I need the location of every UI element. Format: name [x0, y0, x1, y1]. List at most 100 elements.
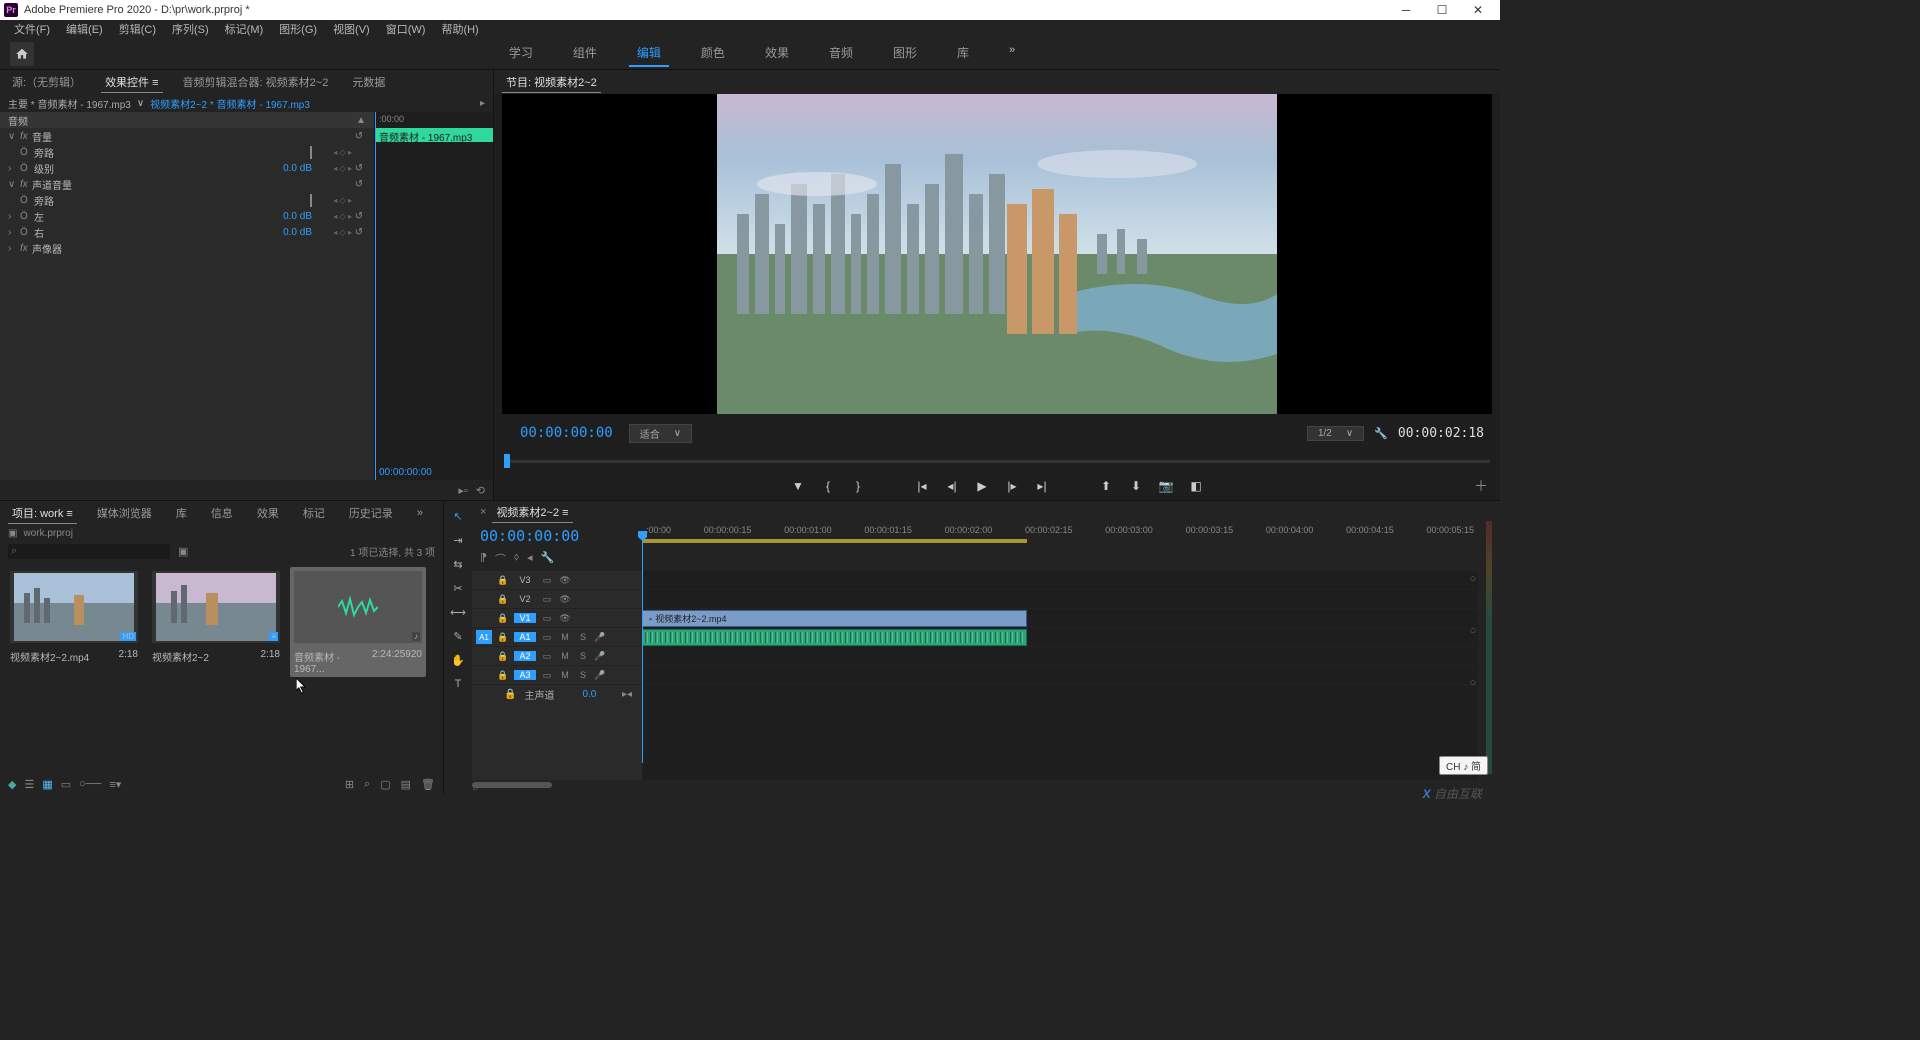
program-timecode[interactable]: 00:00:00:00	[510, 425, 623, 441]
track-a3[interactable]: A3	[514, 670, 536, 680]
workspace-tab-libraries[interactable]: 库	[949, 40, 977, 67]
keyframe-nav[interactable]: ◂ ◇ ▸	[312, 228, 352, 237]
menu-edit[interactable]: 编辑(E)	[58, 21, 111, 37]
lift-icon[interactable]: ⬆	[1098, 478, 1114, 494]
lock-icon[interactable]: 🔒	[496, 613, 510, 624]
program-scrubber[interactable]	[504, 452, 1490, 472]
track-select-tool-icon[interactable]: ⇥	[449, 531, 467, 549]
bin-item-audio[interactable]: ♪ 音频素材 - 1967...2:24:25920	[290, 567, 426, 677]
bin-item-sequence[interactable]: ≡ 视频素材2~22:18	[148, 567, 284, 666]
type-tool-icon[interactable]: T	[449, 675, 467, 693]
keyframe-nav[interactable]: ◂ ◇ ▸	[312, 148, 352, 157]
loop-icon[interactable]: ⟲	[476, 484, 485, 497]
reset-icon[interactable]: ↺	[352, 131, 366, 142]
compare-icon[interactable]: ◧	[1188, 478, 1204, 494]
ec-fx-panner[interactable]: 声像器	[32, 241, 366, 256]
find-icon[interactable]: ⌕	[364, 778, 370, 791]
timeline-zoom-scroll[interactable]: ○	[472, 782, 1478, 792]
lock-icon[interactable]: 🔒	[496, 594, 510, 605]
tab-media-browser[interactable]: 媒体浏览器	[93, 503, 156, 523]
menu-markers[interactable]: 标记(M)	[217, 21, 272, 37]
workspace-tab-effects[interactable]: 效果	[757, 40, 797, 67]
lock-icon[interactable]: 🔒	[496, 670, 510, 681]
hand-tool-icon[interactable]: ✋	[449, 651, 467, 669]
stopwatch-icon[interactable]: Ö	[20, 211, 34, 222]
workspace-tab-graphics[interactable]: 图形	[885, 40, 925, 67]
tab-effects[interactable]: 效果	[253, 503, 283, 523]
new-bin-icon[interactable]: ▢	[380, 778, 390, 791]
goto-in-icon[interactable]: |◂	[914, 478, 930, 494]
timeline-content[interactable]: ▪视频素材2~2.mp4 ○ ○ ○	[642, 571, 1478, 780]
right-value[interactable]: 0.0 dB	[252, 227, 312, 238]
tab-metadata[interactable]: 元数据	[348, 72, 389, 92]
reset-icon[interactable]: ↺	[352, 227, 366, 238]
mute-icon[interactable]: M	[558, 670, 572, 680]
solo-icon[interactable]: S	[576, 651, 590, 661]
delete-icon[interactable]: 🗑	[421, 778, 435, 791]
lock-icon[interactable]: 🔒	[496, 575, 510, 586]
track-v2[interactable]: V2	[514, 594, 536, 604]
tab-markers[interactable]: 标记	[299, 503, 329, 523]
effect-timeline[interactable]: :00:00 音频素材 - 1967.mp3 00:00:00:00	[374, 112, 493, 480]
workspace-more[interactable]: »	[1001, 40, 1023, 67]
scroll-diamond-icon[interactable]: ○	[1470, 677, 1477, 689]
icon-view-icon[interactable]: ▦	[42, 778, 52, 791]
workspace-tab-assembly[interactable]: 组件	[565, 40, 605, 67]
add-marker-icon[interactable]: ▼	[790, 478, 806, 494]
zoom-fit-dropdown[interactable]: 适合∨	[629, 424, 692, 443]
timeline-ruler[interactable]: :00:0000:00:00:1500:00:01:00 00:00:01:15…	[642, 523, 1478, 563]
ec-clip-bar[interactable]: 音频素材 - 1967.mp3	[375, 128, 493, 142]
pen-tool-icon[interactable]: ✎	[449, 627, 467, 645]
track-v3[interactable]: V3	[514, 575, 536, 585]
voice-over-icon[interactable]: 🎤	[594, 632, 605, 643]
sync-lock-icon[interactable]: ▭	[540, 613, 554, 624]
audio-clip[interactable]	[642, 629, 1027, 646]
master-value[interactable]: 0.0	[582, 689, 596, 700]
reset-icon[interactable]: ↺	[352, 163, 366, 174]
extract-icon[interactable]: ⬇	[1128, 478, 1144, 494]
timeline-tab[interactable]: 视频素材2~2 ≡	[492, 502, 572, 523]
zoom-slider[interactable]: ○──	[79, 778, 101, 790]
home-button[interactable]	[10, 42, 34, 66]
ec-fx-channel-volume[interactable]: 声道音量	[32, 177, 352, 192]
level-value[interactable]: 0.0 dB	[252, 163, 312, 174]
sync-lock-icon[interactable]: ▭	[540, 651, 554, 662]
tab-effect-controls[interactable]: 效果控件 ≡	[101, 72, 162, 93]
scroll-diamond-icon[interactable]: ○	[1470, 573, 1477, 585]
maximize-button[interactable]: ☐	[1424, 1, 1460, 19]
sync-lock-icon[interactable]: ▭	[540, 575, 554, 586]
eye-icon[interactable]: 👁	[558, 613, 572, 624]
tab-source[interactable]: 源:（无剪辑）	[8, 72, 85, 92]
button-editor-icon[interactable]: ＋	[1474, 476, 1488, 496]
selection-tool-icon[interactable]: ↖	[449, 507, 467, 525]
search-input[interactable]	[8, 544, 170, 559]
play-icon[interactable]: ▶	[974, 478, 990, 494]
keyframe-nav[interactable]: ◂ ◇ ▸	[312, 212, 352, 221]
resolution-dropdown[interactable]: 1/2∨	[1307, 426, 1364, 441]
track-a2[interactable]: A2	[514, 651, 536, 661]
track-v1[interactable]: V1	[514, 613, 536, 623]
solo-icon[interactable]: S	[576, 632, 590, 642]
lock-icon[interactable]: ◆	[8, 778, 16, 791]
tab-history[interactable]: 历史记录	[345, 503, 397, 523]
mark-out-icon[interactable]: }	[850, 478, 866, 494]
workspace-tab-audio[interactable]: 音频	[821, 40, 861, 67]
track-a1[interactable]: A1	[514, 632, 536, 642]
tab-libraries[interactable]: 库	[172, 503, 191, 523]
stopwatch-icon[interactable]: Ö	[20, 147, 34, 158]
stopwatch-icon[interactable]: Ö	[20, 227, 34, 238]
razor-tool-icon[interactable]: ✂	[449, 579, 467, 597]
reset-icon[interactable]: ↺	[352, 211, 366, 222]
export-frame-icon[interactable]: 📷	[1158, 478, 1174, 494]
close-button[interactable]: ✕	[1460, 1, 1496, 19]
left-value[interactable]: 0.0 dB	[252, 211, 312, 222]
settings-spanner-icon[interactable]: ◂	[527, 551, 533, 567]
menu-file[interactable]: 文件(F)	[6, 21, 58, 37]
video-clip[interactable]: ▪视频素材2~2.mp4	[642, 610, 1027, 627]
snap-icon[interactable]: ⁋	[480, 551, 487, 567]
sort-icon[interactable]: ≡▾	[109, 778, 121, 791]
bin-item-video[interactable]: HD 视频素材2~2.mp42:18	[6, 567, 142, 666]
workspace-tab-editing[interactable]: 编辑	[629, 40, 669, 67]
step-fwd-icon[interactable]: |▸	[1004, 478, 1020, 494]
step-back-icon[interactable]: ◂|	[944, 478, 960, 494]
